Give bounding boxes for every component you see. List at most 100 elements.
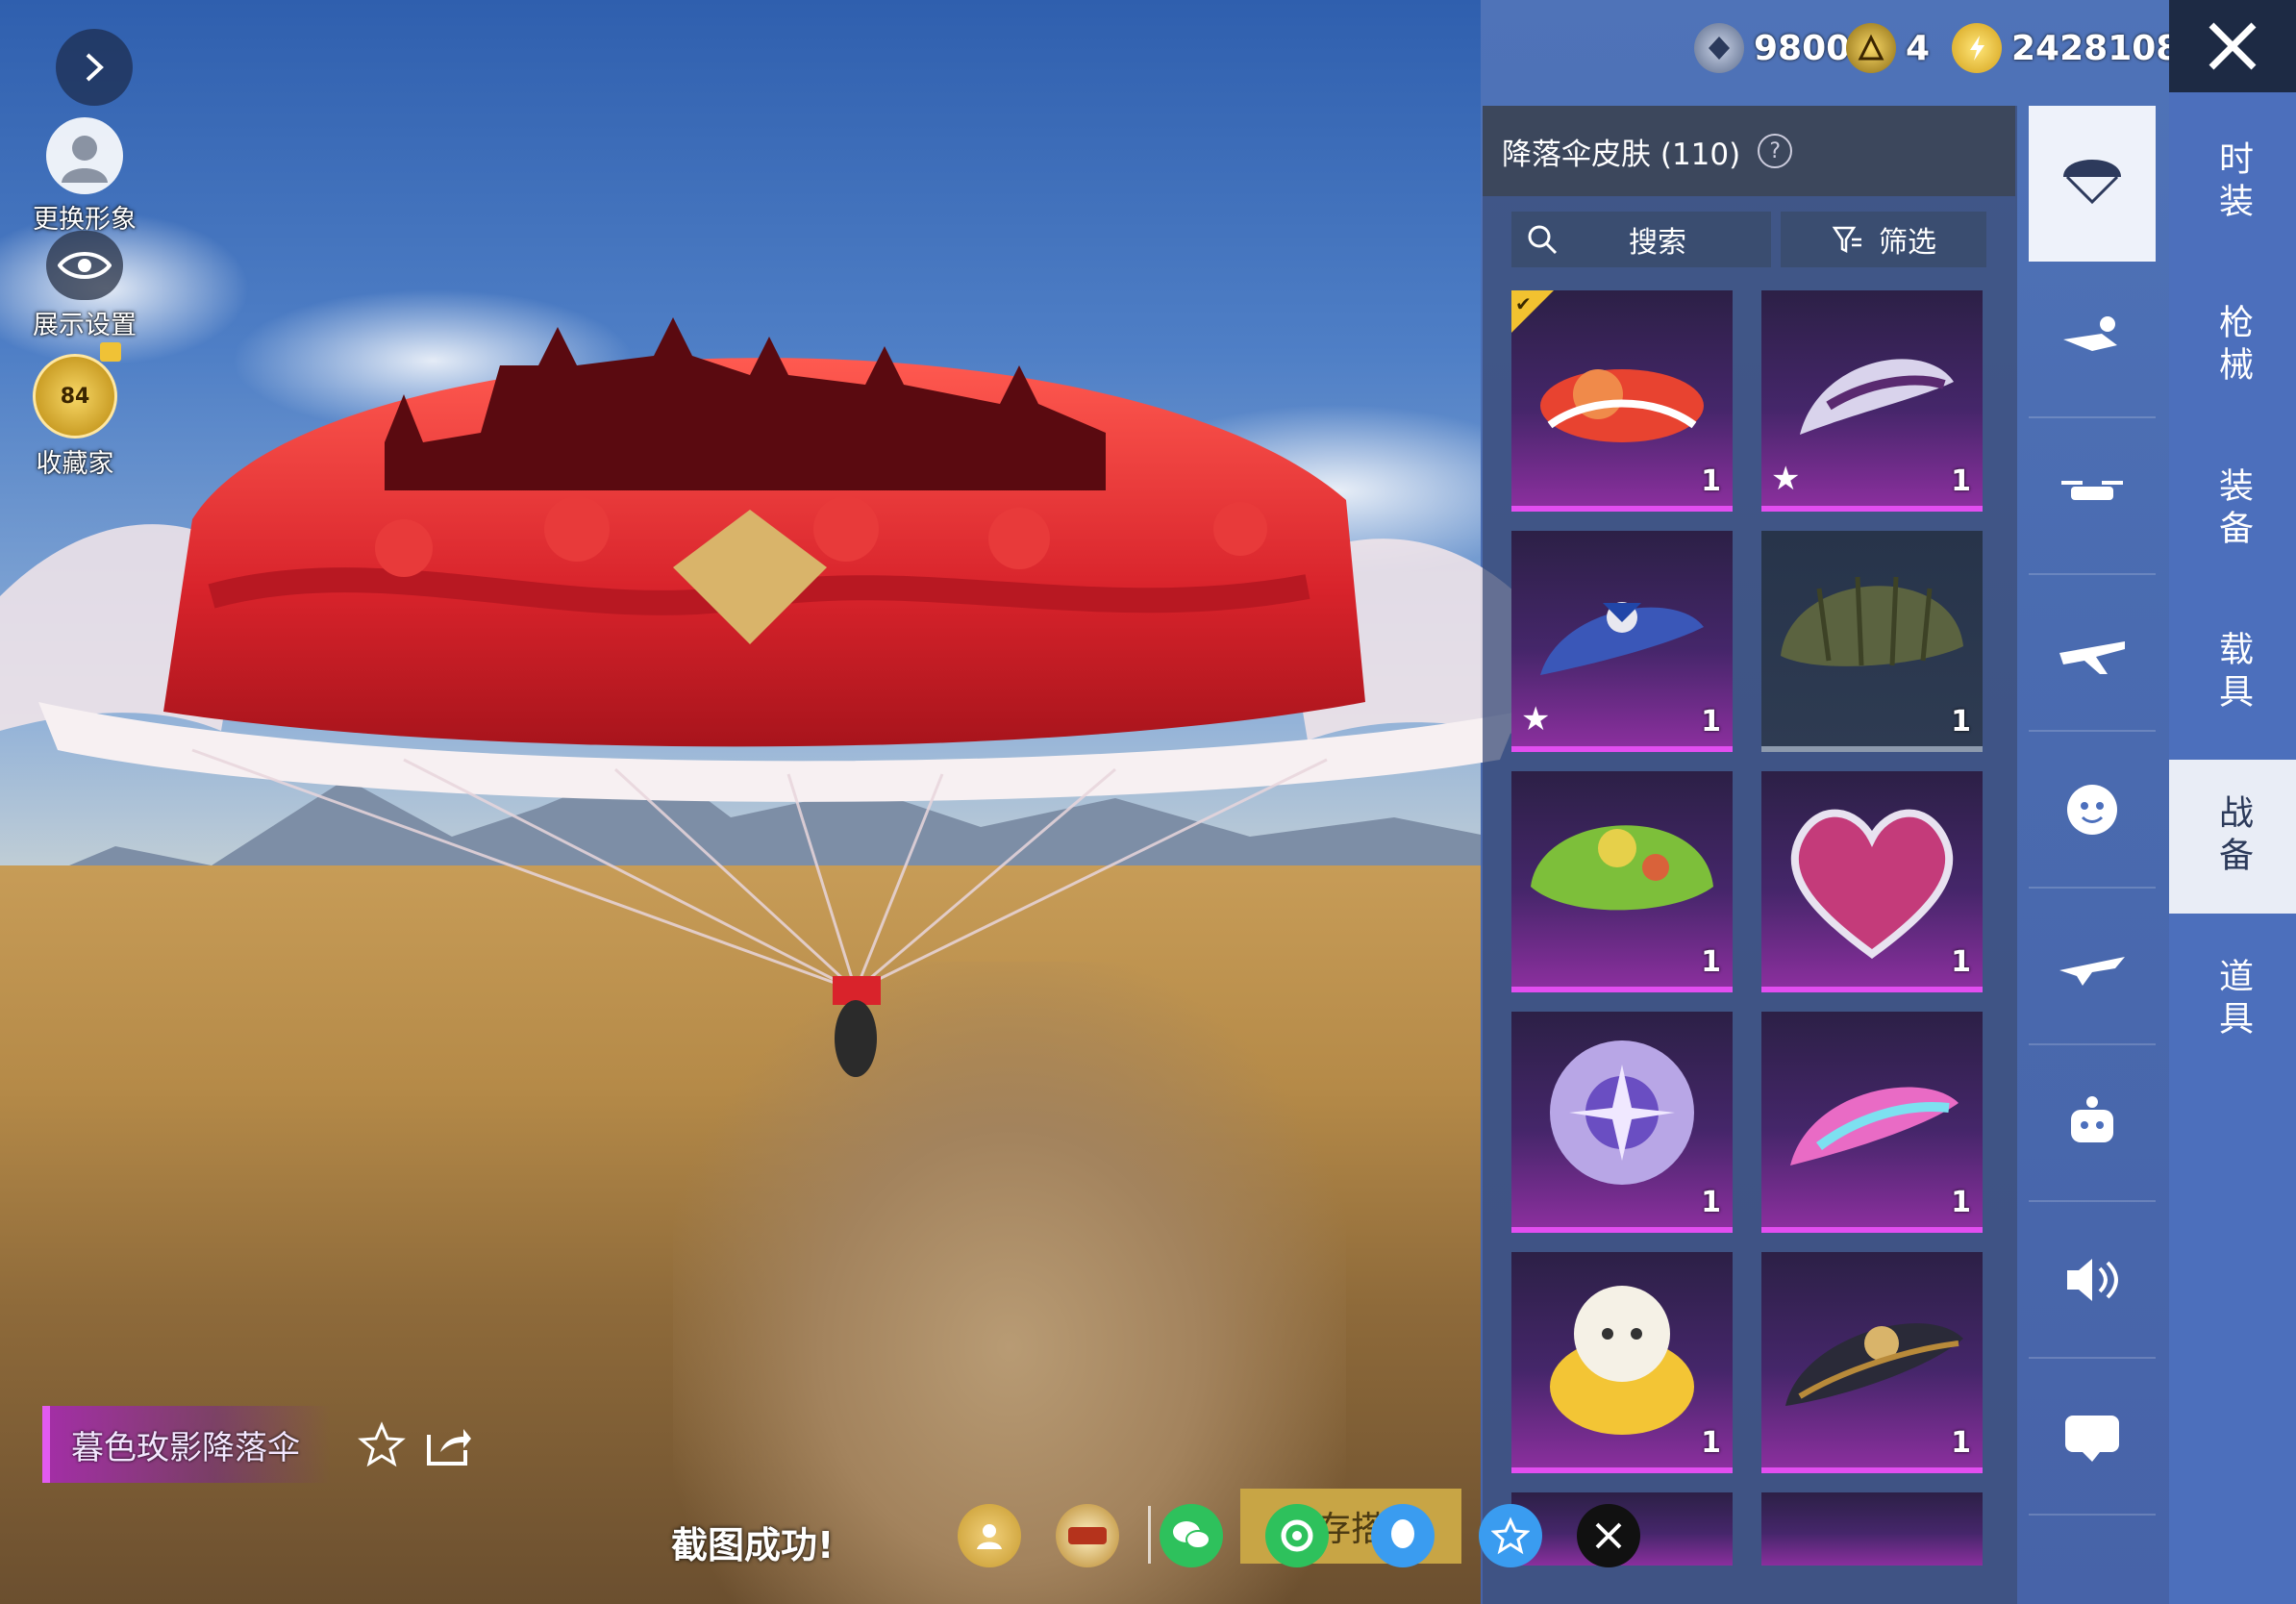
collector-button[interactable]: 84 收藏家 [33, 354, 117, 480]
tab-3[interactable]: 载具 [2169, 596, 2296, 750]
expand-button[interactable] [56, 29, 133, 106]
sub-category-drone[interactable] [2029, 419, 2156, 575]
item-card-sheep-parachute[interactable]: 1 [1511, 1252, 1733, 1473]
panel-header: 降落伞皮肤 (110) ? [1483, 106, 2015, 196]
sub-category-airplane[interactable] [2029, 576, 2156, 732]
currency-gem[interactable]: 9800 [1694, 19, 1850, 77]
item-quantity: 1 [1951, 1426, 1971, 1460]
eye-icon [46, 231, 123, 300]
x-share-button[interactable] [1577, 1504, 1640, 1567]
qzone-share-button[interactable] [1479, 1504, 1542, 1567]
favorite-star-icon[interactable] [358, 1421, 406, 1469]
item-card-pink-neon-parachute[interactable]: 1 [1761, 1012, 1983, 1233]
qq-share-button[interactable] [1371, 1504, 1435, 1567]
currency-medal[interactable]: 4 [1846, 19, 1930, 77]
share-icon[interactable] [423, 1421, 473, 1469]
item-card-blue-bow-parachute[interactable]: ★ 1 [1511, 531, 1733, 752]
medal-value: 4 [1906, 28, 1931, 68]
category-tabs: 时装枪械装备载具战备道具 [2169, 92, 2296, 1604]
item-card-dark-gold-parachute[interactable]: 1 [1761, 1252, 1983, 1473]
tab-label: 载具 [2213, 631, 2253, 715]
display-settings-button[interactable]: 展示设置 [33, 231, 137, 341]
speaker-icon [2067, 1259, 2118, 1301]
panel-title: 降落伞皮肤 (110) [1502, 137, 1741, 172]
item-card-red-castle-parachute[interactable]: ✔ 1 [1511, 290, 1733, 512]
item-quantity: 1 [1701, 1186, 1721, 1219]
airplane-icon [2059, 641, 2125, 674]
sub-category-column [2029, 106, 2156, 1604]
item-quantity: 1 [1951, 945, 1971, 979]
x-icon [1595, 1522, 1622, 1549]
filter-button[interactable]: 筛选 [1781, 212, 1986, 267]
item-quantity: 1 [1701, 464, 1721, 498]
checkmark-icon: ✔ [1515, 292, 1532, 315]
display-settings-label: 展示设置 [33, 311, 137, 340]
item-quantity: 1 [1701, 705, 1721, 739]
tab-2[interactable]: 装备 [2169, 433, 2296, 587]
item-quantity: 1 [1951, 464, 1971, 498]
collector-label: 收藏家 [36, 449, 114, 479]
change-avatar-button[interactable]: 更换形象 [33, 117, 137, 236]
rarity-bar [42, 1406, 50, 1483]
search-label: 搜索 [1629, 226, 1686, 260]
glider-icon [2059, 957, 2125, 986]
item-quantity: 1 [1951, 705, 1971, 739]
help-icon[interactable]: ? [1758, 134, 1793, 168]
filter-label: 筛选 [1879, 226, 1936, 260]
sheep-parachute-thumbnail [1550, 1286, 1694, 1435]
drone-icon [2061, 481, 2123, 500]
qzone-icon [1491, 1516, 1530, 1555]
currency-lightning[interactable]: 2428108 [1952, 19, 2180, 77]
item-card-heart-parachute[interactable]: 1 [1761, 771, 1983, 992]
item-card-green-cartoon-parachute[interactable]: 1 [1511, 771, 1733, 992]
game-share-button[interactable] [1056, 1504, 1119, 1567]
search-button[interactable]: 搜索 [1511, 212, 1771, 267]
item-card-partial[interactable] [1761, 1492, 1983, 1566]
tab-label: 道具 [2213, 958, 2253, 1042]
tab-label: 枪械 [2213, 304, 2253, 388]
tab-label: 时装 [2213, 140, 2253, 225]
item-card-olive-basic-parachute[interactable]: 1 [1761, 531, 1983, 752]
item-card-crystal-parachute[interactable]: 1 [1511, 1012, 1733, 1233]
crystal-parachute-thumbnail [1550, 1040, 1694, 1185]
profile-share-button[interactable] [958, 1504, 1021, 1567]
star-icon: ★ [1521, 700, 1551, 739]
sub-category-robot[interactable] [2029, 1046, 2156, 1202]
share-divider [1148, 1506, 1151, 1564]
star-icon: ★ [1771, 460, 1801, 498]
green-cartoon-parachute-thumbnail [1531, 825, 1713, 911]
tab-4[interactable]: 战备 [2169, 760, 2296, 914]
robot-icon [2071, 1096, 2113, 1142]
tab-5[interactable]: 道具 [2169, 923, 2296, 1077]
tab-1[interactable]: 枪械 [2169, 269, 2296, 423]
tab-0[interactable]: 时装 [2169, 106, 2296, 260]
skydiver-icon [2063, 316, 2117, 351]
moments-share-button[interactable] [1265, 1504, 1329, 1567]
sub-category-skydiver[interactable] [2029, 263, 2156, 418]
heart-parachute-thumbnail [1790, 809, 1954, 959]
close-button[interactable] [2169, 0, 2296, 92]
search-icon [1528, 225, 1558, 255]
qq-icon [1391, 1519, 1414, 1548]
pink-neon-parachute-thumbnail [1790, 1087, 1959, 1165]
item-card-purple-white-parachute[interactable]: ★ 1 [1761, 290, 1983, 512]
lightning-value: 2428108 [2011, 28, 2181, 68]
parachute-icon [2063, 160, 2121, 205]
gem-coin-icon [1694, 23, 1744, 73]
filter-icon [1832, 226, 1861, 254]
profile-icon [977, 1524, 1002, 1549]
parachute-preview [0, 317, 1538, 1077]
chevron-right-icon [86, 53, 104, 82]
sub-category-emote-face[interactable] [2029, 733, 2156, 889]
dark-gold-parachute-thumbnail [1785, 1323, 1963, 1406]
item-quantity: 1 [1951, 1186, 1971, 1219]
sub-category-parachute[interactable] [2029, 106, 2156, 262]
sub-category-speaker[interactable] [2029, 1203, 2156, 1359]
sub-category-chat[interactable] [2029, 1360, 2156, 1516]
close-icon [2209, 22, 2257, 70]
collector-badge-icon: 84 [33, 354, 117, 439]
moments-icon [1281, 1519, 1313, 1552]
sub-category-glider[interactable] [2029, 890, 2156, 1045]
item-quantity: 1 [1701, 945, 1721, 979]
wechat-share-button[interactable] [1160, 1504, 1223, 1567]
